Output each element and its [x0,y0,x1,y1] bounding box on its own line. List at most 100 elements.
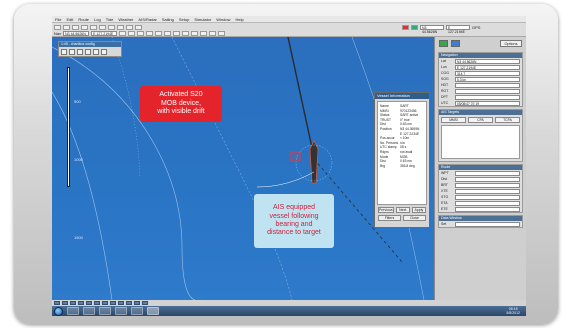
route-value-field[interactable] [455,188,520,194]
nav-lat-field[interactable]: N3 44.5626N [63,30,90,36]
ais-targets-list[interactable] [441,125,520,159]
menu-item-log[interactable]: Log [94,16,101,23]
route-value-field[interactable] [455,170,520,176]
config-button-3[interactable] [77,49,83,55]
chart-layer-button[interactable] [62,301,68,305]
ecdis-app-icon[interactable] [147,307,159,315]
tool-11-button[interactable] [209,30,217,36]
navigation-value-field[interactable] [455,94,520,100]
chart-layer-button[interactable] [142,301,148,305]
navigation-value-field[interactable] [455,82,520,88]
start-button-icon[interactable] [54,306,63,316]
menu-item-route[interactable]: Route [78,16,89,23]
menu-item-file[interactable]: File [55,16,61,23]
tool-10-button[interactable] [200,30,208,36]
radar-button[interactable] [135,24,142,30]
data-window-value-field[interactable] [455,221,520,227]
config-button-4[interactable] [85,49,91,55]
close-button[interactable]: Close [403,215,426,221]
chart-layer-button[interactable] [86,301,92,305]
tab-mmsi[interactable]: MMSI [441,117,466,123]
settings-icon[interactable] [131,307,143,315]
menu-item-help[interactable]: Help [235,16,243,23]
navigation-value-field[interactable]: 5.3 kn [455,76,520,82]
navigation-value-field[interactable]: E 127.2194E [455,64,520,70]
display-mode-night-icon[interactable] [451,40,460,47]
media-player-icon[interactable] [99,307,111,315]
navigation-value-field[interactable] [455,88,520,94]
tab-cpa[interactable]: CPA [468,117,493,123]
tool-4-button[interactable] [146,30,154,36]
next-button[interactable]: Next [395,207,410,213]
zoom-out-button[interactable] [99,24,106,30]
new-chart-button[interactable] [54,24,61,30]
alarm-icon[interactable] [402,24,409,30]
tool-8-button[interactable] [182,30,190,36]
menu-item-ais-radar[interactable]: AIS/Radar [138,16,156,23]
tool-6-button[interactable] [164,30,172,36]
apply-button[interactable]: Apply [411,207,426,213]
config-button-2[interactable] [69,49,75,55]
chart-layer-button[interactable] [126,301,132,305]
tool-12-button[interactable] [218,30,226,36]
route-button[interactable] [117,24,124,30]
menu-item-tide[interactable]: Tide [106,16,114,23]
config-button-6[interactable] [101,49,107,55]
filters-button[interactable]: Filters [378,215,401,221]
chart-layer-button[interactable] [110,301,116,305]
zoom-in-button[interactable] [90,24,97,30]
tool-5-button[interactable] [155,30,163,36]
nav-lon-field[interactable]: E 127.2194E [91,30,118,36]
route-value-field[interactable] [455,206,520,212]
route-value-field[interactable] [455,200,520,206]
config-button-1[interactable] [61,49,67,55]
chart-layer-button[interactable] [70,301,76,305]
vessel-info-window[interactable]: Vessel Information Name SART MMSI 970123456… [374,92,430,228]
options-button[interactable]: Options [500,40,522,47]
nautical-chart[interactable]: 1:45 - chartbox config 500 1000 1500 Act… [52,37,434,300]
folder-icon[interactable] [83,307,95,315]
ais-button[interactable] [126,24,133,30]
sidebar-top-controls: Options [435,37,526,50]
center-button[interactable] [108,24,115,30]
vessel-info-button-row-2: Filters Close [375,215,429,221]
tool-9-button[interactable] [191,30,199,36]
menu-item-edit[interactable]: Edit [66,16,73,23]
menu-item-simulator[interactable]: Simulator [194,16,211,23]
config-button-5[interactable] [93,49,99,55]
menu-item-sailing[interactable]: Sailing [162,16,174,23]
status-icon[interactable] [411,24,418,30]
chart-layer-button[interactable] [94,301,100,305]
navigation-label: SOG [441,77,449,81]
chart-layer-button[interactable] [54,301,60,305]
tool-3-button[interactable] [137,30,145,36]
open-button[interactable] [63,24,70,30]
display-mode-day-icon[interactable] [439,40,448,47]
explorer-icon[interactable] [67,307,79,315]
route-value-field[interactable] [455,182,520,188]
navigation-value-field[interactable]: 314.7 [455,70,520,76]
route-value-field[interactable] [455,194,520,200]
print-button[interactable] [81,24,88,30]
tool-1-button[interactable] [119,30,127,36]
navigation-value-field[interactable]: 05/08/47 07:19 [455,100,520,106]
previous-button[interactable]: Previous [378,207,394,213]
browser-icon[interactable] [115,307,127,315]
chart-layer-button[interactable] [134,301,140,305]
tab-tcpa[interactable]: TCPA [495,117,520,123]
chartbox-config-panel[interactable]: 1:45 - chartbox config [58,41,122,57]
system-clock[interactable]: 08:18 5/8/2012 [506,307,526,315]
ais-vessel-icon[interactable] [309,140,319,184]
navigation-value-field[interactable]: N3 44.5626N [455,58,520,64]
tool-7-button[interactable] [173,30,181,36]
chart-layer-button[interactable] [78,301,84,305]
navigation-panel: Navigation Lat N3 44.5626N Lon E 127.2194E C… [438,52,523,107]
route-value-field[interactable] [455,176,520,182]
tool-2-button[interactable] [128,30,136,36]
menu-item-window[interactable]: Window [216,16,230,23]
chart-layer-button[interactable] [102,301,108,305]
menu-item-setup[interactable]: Setup [179,16,189,23]
chart-layer-button[interactable] [118,301,124,305]
menu-item-weather[interactable]: Weather [118,16,133,23]
save-button[interactable] [72,24,79,30]
